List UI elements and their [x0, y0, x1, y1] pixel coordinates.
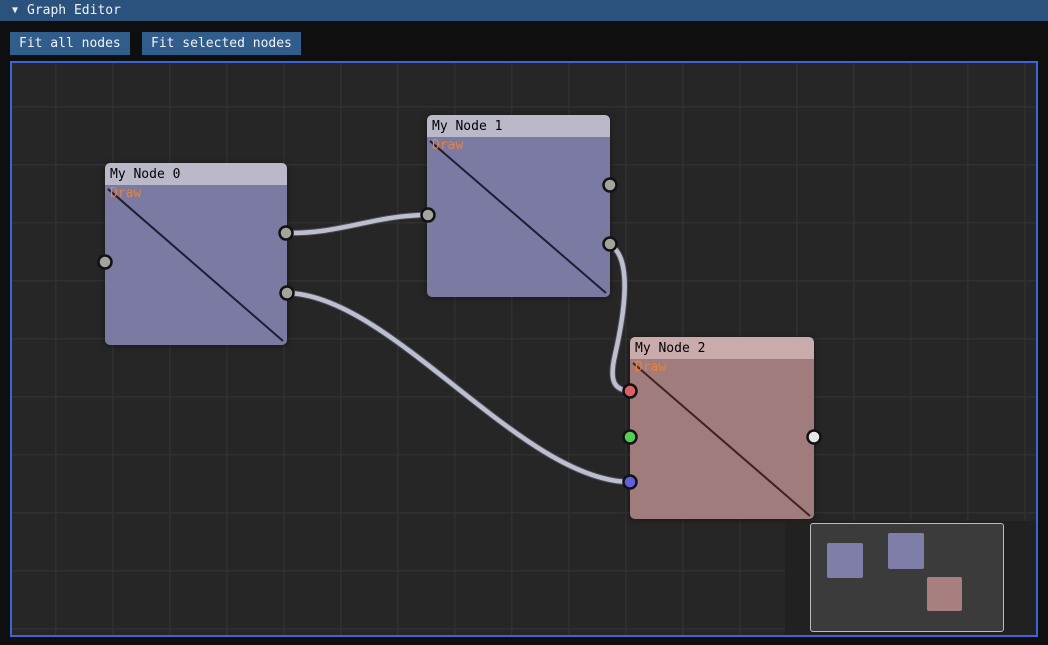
node-0-diagonal-line — [105, 185, 287, 345]
node-0-draw-label: Draw — [110, 186, 141, 201]
node-1-diagonal-line — [427, 137, 610, 297]
node-2-titlebar[interactable]: My Node 2 — [630, 337, 814, 359]
node-editor-canvas[interactable]: My Node 0 Draw My Node 1 Draw — [10, 61, 1038, 637]
pin-node0-input-gray[interactable] — [99, 256, 112, 269]
node-2-body[interactable]: Draw — [630, 359, 814, 519]
node-my-node-2[interactable]: My Node 2 Draw — [630, 337, 814, 519]
minimap-node-2[interactable] — [927, 577, 962, 611]
pin-node2-input-red[interactable] — [624, 385, 637, 398]
minimap-area — [785, 521, 1036, 635]
pin-node1-input-gray[interactable] — [422, 209, 435, 222]
collapse-arrow-icon[interactable]: ▼ — [8, 0, 22, 21]
node-1-title: My Node 1 — [432, 119, 502, 134]
node-1-draw-label: Draw — [432, 138, 463, 153]
node-my-node-1[interactable]: My Node 1 Draw — [427, 115, 610, 297]
pin-node0-output2-gray[interactable] — [281, 287, 294, 300]
minimap[interactable] — [810, 523, 1004, 632]
node-2-draw-label: Draw — [635, 360, 666, 375]
fit-selected-nodes-button[interactable]: Fit selected nodes — [142, 32, 301, 55]
pin-node2-input-green[interactable] — [624, 431, 637, 444]
link-wire-n0-n1[interactable] — [286, 215, 428, 233]
node-1-titlebar[interactable]: My Node 1 — [427, 115, 610, 137]
node-my-node-0[interactable]: My Node 0 Draw — [105, 163, 287, 345]
minimap-node-0[interactable] — [827, 543, 863, 578]
node-0-title: My Node 0 — [110, 167, 180, 182]
pin-node2-input-blue[interactable] — [624, 476, 637, 489]
fit-all-nodes-button[interactable]: Fit all nodes — [10, 32, 130, 55]
pin-node2-output-white[interactable] — [808, 431, 821, 444]
node-1-body[interactable]: Draw — [427, 137, 610, 297]
window-title: Graph Editor — [27, 0, 121, 21]
pin-node1-output2-gray[interactable] — [604, 238, 617, 251]
node-2-diagonal-line — [630, 359, 814, 519]
minimap-node-1[interactable] — [888, 533, 924, 569]
node-2-title: My Node 2 — [635, 341, 705, 356]
node-0-titlebar[interactable]: My Node 0 — [105, 163, 287, 185]
node-0-body[interactable]: Draw — [105, 185, 287, 345]
pin-node1-output1-gray[interactable] — [604, 179, 617, 192]
link-wire-n0-n2[interactable] — [287, 293, 631, 482]
graph-editor-window: ▼ Graph Editor Fit all nodes Fit selecte… — [0, 0, 1048, 645]
pin-node0-output1-gray[interactable] — [280, 227, 293, 240]
window-titlebar[interactable]: ▼ Graph Editor — [0, 0, 1048, 21]
